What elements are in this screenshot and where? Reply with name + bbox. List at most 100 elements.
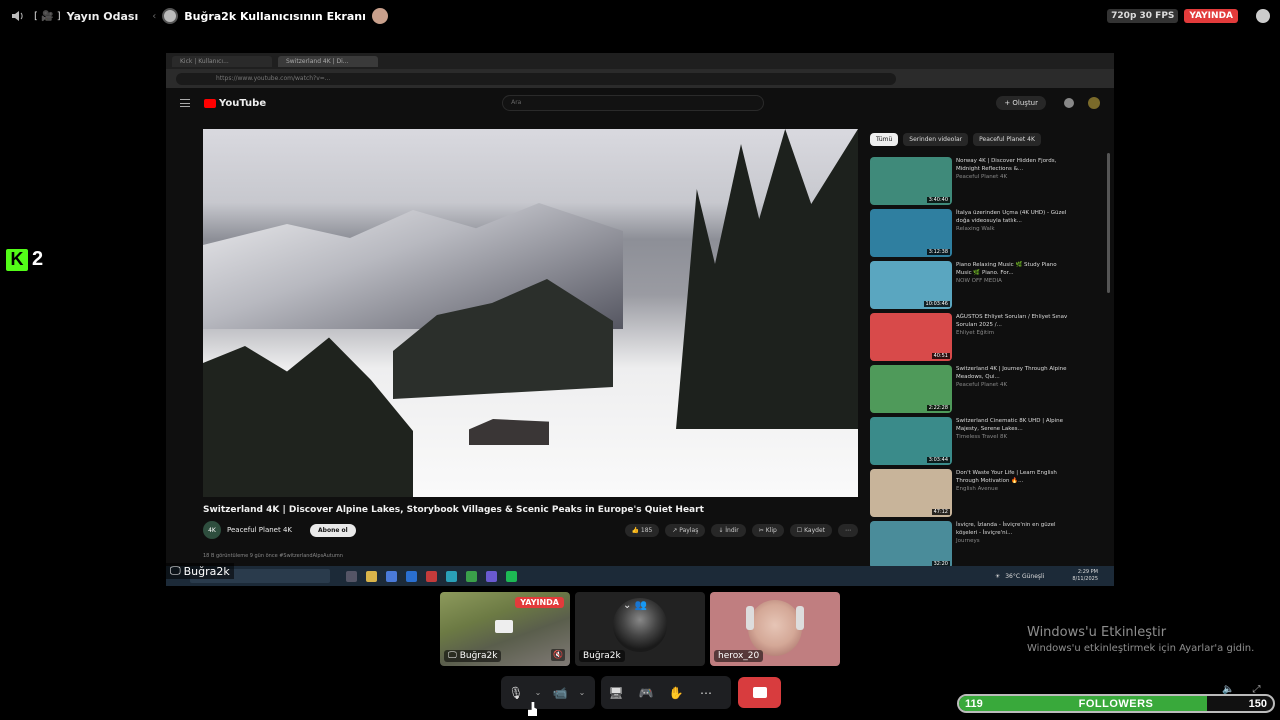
followers-label: FOLLOWERS <box>1078 697 1154 710</box>
video-thumbnail[interactable]: 3:03:44 <box>870 417 952 465</box>
chrome-icon[interactable] <box>466 570 477 582</box>
recommendation-title[interactable]: Norway 4K | Discover Hidden Fjords, Midn… <box>956 157 1070 173</box>
share-button[interactable]: ↗ Paylaş <box>665 523 706 537</box>
mute-icon[interactable]: 🔇 <box>551 649 565 661</box>
speaker-icon[interactable] <box>10 9 24 23</box>
participant-tile[interactable]: herox_20 <box>710 592 840 666</box>
kick-overlay: K 2 <box>6 248 43 271</box>
task-view-icon[interactable] <box>346 570 357 582</box>
participant-tile[interactable]: YAYINDA 🖵 Buğra2k 🔇 <box>440 592 570 666</box>
recommendation-item[interactable]: 40:51 AĞUSTOS Ehliyet Soruları / Ehliyet … <box>870 313 1070 364</box>
recommendation-title[interactable]: Piano Relaxing Music 🌿 Study Piano Music… <box>956 261 1070 277</box>
taskbar-clock[interactable]: 2:29 PM 8/11/2025 <box>1072 569 1098 583</box>
menu-icon[interactable] <box>180 99 190 107</box>
taskbar-icons <box>346 570 517 582</box>
subscribe-button[interactable]: Abone ol <box>310 523 356 537</box>
browser-tab[interactable]: Switzerland 4K | Di... <box>278 55 378 67</box>
participant-tile[interactable]: ⌄ 👥 Buğra2k <box>575 592 705 666</box>
recommendation-item[interactable]: 32:20 İsviçre, İzlanda - İsviçre'nin en g… <box>870 521 1070 572</box>
browser-tab[interactable]: Kick | Kullanıcı... <box>172 55 272 67</box>
download-button[interactable]: ↓ İndir <box>711 523 746 537</box>
taskbar-weather[interactable]: ☀ 36°C Güneşli <box>995 573 1045 580</box>
video-thumbnail[interactable]: 3:40:40 <box>870 157 952 205</box>
youtube-header: YouTube Ara + Oluştur <box>166 88 1114 118</box>
save-button[interactable]: ☐ Kaydet <box>789 523 832 537</box>
recommendation-item[interactable]: 47:12 Don't Waste Your Life | Learn Engli… <box>870 469 1070 520</box>
soundboard-icon[interactable]: ✋ <box>661 676 691 709</box>
more-button[interactable]: ⋯ <box>838 523 858 537</box>
channel-name[interactable]: Peaceful Planet 4K <box>227 526 292 534</box>
bell-icon[interactable] <box>1064 98 1074 108</box>
recommendation-title[interactable]: AĞUSTOS Ehliyet Soruları / Ehliyet Sınav… <box>956 313 1070 329</box>
disconnect-icon <box>752 687 767 698</box>
recommendation-title[interactable]: Switzerland 4K | Journey Through Alpine … <box>956 365 1070 381</box>
video-actions: 👍 185 ↗ Paylaş ↓ İndir ✂ Klip ☐ Kaydet ⋯ <box>624 523 858 537</box>
kick-number: 2 <box>32 248 44 270</box>
recommendation-channel: Timeless Travel 8K <box>956 434 1008 440</box>
forest-scene <box>203 337 413 497</box>
recommendation-item[interactable]: 3:12:38 İtalya üzerinden Uçma (4K UHD) - … <box>870 209 1070 260</box>
video-thumbnail[interactable]: 47:12 <box>870 469 952 517</box>
user-options-icon[interactable]: ⌄ 👥 <box>623 600 647 611</box>
video-thumbnail[interactable]: 2:22:28 <box>870 365 952 413</box>
activity-icon[interactable]: 🎮 <box>631 676 661 709</box>
participant-name: Buğra2k <box>459 651 498 661</box>
screen-title: Buğra2k Kullanıcısının Ekranı <box>162 8 388 24</box>
recommendation-item[interactable]: 2:22:28 Switzerland 4K | Journey Through … <box>870 365 1070 416</box>
spotify-icon[interactable] <box>506 570 517 582</box>
chip-all[interactable]: Tümü <box>870 133 899 146</box>
recommendation-channel: NOW OFF MEDIA <box>956 278 1002 284</box>
recommendation-title[interactable]: İsviçre, İzlanda - İsviçre'nin en güzel … <box>956 521 1070 537</box>
url-field[interactable]: https://www.youtube.com/watch?v=... <box>176 72 896 85</box>
recommendation-text: Switzerland 4K | Journey Through Alpine … <box>956 365 1070 416</box>
video-thumbnail[interactable]: 32:20 <box>870 521 952 569</box>
browser-tabs: Kick | Kullanıcı... Switzerland 4K | Di.… <box>166 53 1114 69</box>
participant-name: Buğra2k <box>583 651 621 661</box>
edge-icon[interactable] <box>446 570 457 582</box>
microphone-icon[interactable]: 🎙 <box>501 676 531 709</box>
chip-series[interactable]: Serinden videolar <box>903 133 969 146</box>
shared-screen[interactable]: Kick | Kullanıcı... Switzerland 4K | Di.… <box>166 53 1114 586</box>
share-screen-icon[interactable]: 🖥 <box>601 676 631 709</box>
chevron-down-icon[interactable]: ⌄ <box>575 676 589 709</box>
outlook-icon[interactable] <box>406 570 417 582</box>
avatar[interactable] <box>1088 97 1100 109</box>
recommendation-chips: Tümü Serinden videolar Peaceful Planet 4… <box>870 133 1041 146</box>
screen-share-icon <box>495 620 513 633</box>
followers-goal-bar: 119 FOLLOWERS 150 <box>957 694 1275 713</box>
opera-icon[interactable] <box>426 570 437 582</box>
video-player[interactable] <box>203 129 858 497</box>
recommendation-title[interactable]: İtalya üzerinden Uçma (4K UHD) - Güzel d… <box>956 209 1070 225</box>
like-button[interactable]: 👍 185 <box>624 523 660 537</box>
search-input[interactable]: Ara <box>502 95 765 111</box>
video-thumbnail[interactable]: 10:03:46 <box>870 261 952 309</box>
discord-icon[interactable] <box>486 570 497 582</box>
search-icon[interactable] <box>770 95 788 111</box>
clip-button[interactable]: ✂ Klip <box>751 523 784 537</box>
video-thumbnail[interactable]: 40:51 <box>870 313 952 361</box>
folder-icon[interactable] <box>366 570 377 582</box>
stream-name-tag: 🖵 Buğra2k <box>166 563 234 579</box>
create-button[interactable]: + Oluştur <box>996 96 1046 110</box>
more-options-icon[interactable]: ⋯ <box>691 676 721 709</box>
recommendation-item[interactable]: 3:40:40 Norway 4K | Discover Hidden Fjord… <box>870 157 1070 208</box>
store-icon[interactable] <box>386 570 397 582</box>
video-thumbnail[interactable]: 3:12:38 <box>870 209 952 257</box>
camera-off-icon[interactable]: 📹 <box>545 676 575 709</box>
chat-icon[interactable] <box>1256 9 1270 23</box>
youtube-logo[interactable]: YouTube <box>204 98 266 109</box>
recommendation-title[interactable]: Don't Waste Your Life | Learn English Th… <box>956 469 1070 485</box>
channel-avatar[interactable]: 4K <box>203 521 221 539</box>
recommendation-channel: Journeys <box>956 538 980 544</box>
weather-text: 36°C Güneşli <box>1005 572 1045 580</box>
scrollbar[interactable] <box>1107 153 1110 293</box>
screen-share-icon: 🖵 <box>170 564 181 577</box>
recommendation-item[interactable]: 3:03:44 Switzerland Cinematic 8K UHD | Al… <box>870 417 1070 468</box>
recommendation-item[interactable]: 10:03:46 Piano Relaxing Music 🌿 Study Pia… <box>870 261 1070 312</box>
leave-call-button[interactable] <box>738 677 781 708</box>
recommendation-title[interactable]: Switzerland Cinematic 8K UHD | Alpine Ma… <box>956 417 1070 433</box>
address-bar: https://www.youtube.com/watch?v=... <box>166 69 1114 88</box>
room-title: [ 🎥 ] Yayın Odası <box>34 10 138 23</box>
recommendation-text: İtalya üzerinden Uçma (4K UHD) - Güzel d… <box>956 209 1070 260</box>
chip-channel[interactable]: Peaceful Planet 4K <box>973 133 1041 146</box>
